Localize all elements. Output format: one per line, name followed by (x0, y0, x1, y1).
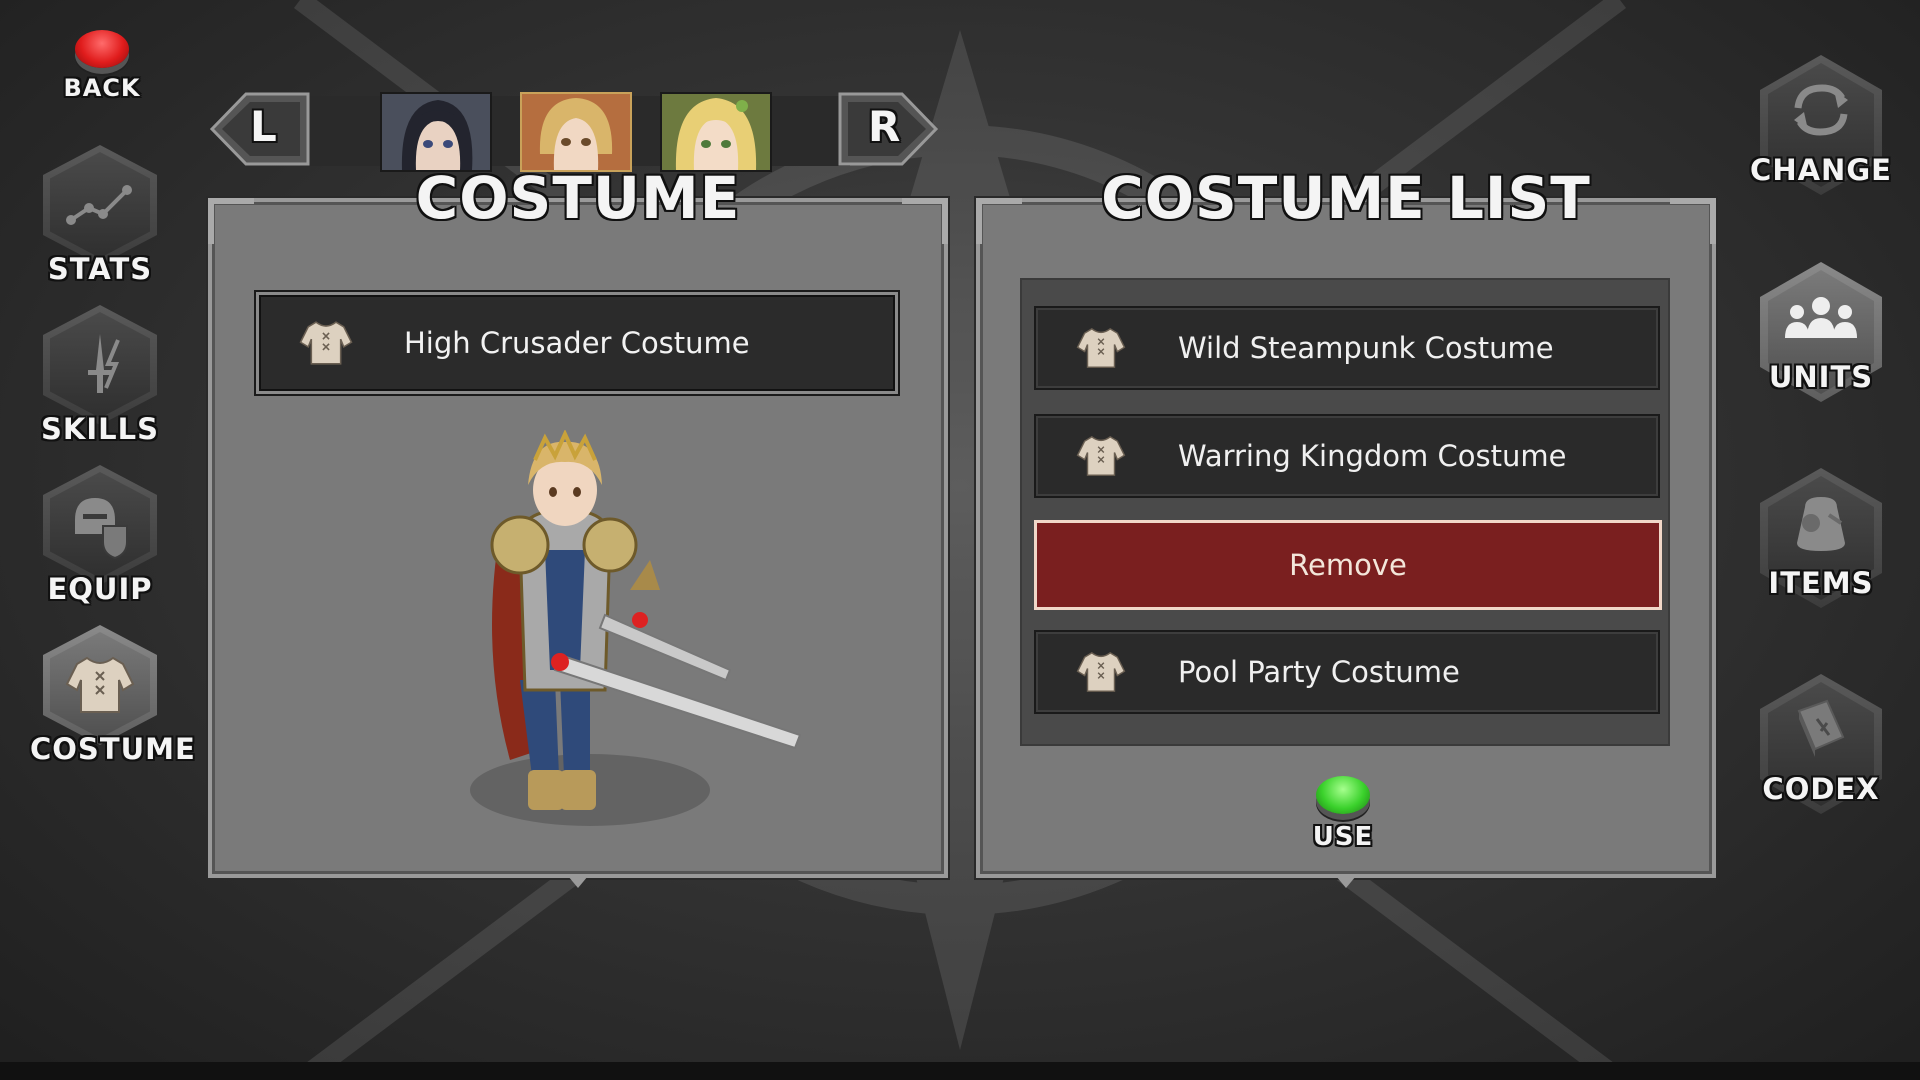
refresh-icon (1794, 84, 1848, 136)
shirt-icon (1076, 435, 1126, 476)
equipped-costume-name: High Crusader Costume (404, 326, 750, 360)
stats-button[interactable]: STATS (30, 145, 170, 286)
next-label: R (868, 102, 902, 151)
character-preview (470, 430, 802, 826)
stats-icon (66, 185, 132, 225)
character-selector: L R (210, 92, 940, 172)
bottom-bar (0, 1062, 1920, 1080)
stats-label: STATS (47, 252, 153, 286)
costume-list-item-label: Wild Steampunk Costume (1178, 331, 1554, 365)
next-character-button[interactable]: R (838, 92, 938, 166)
skills-button[interactable]: SKILLS (30, 305, 170, 446)
portrait-blonde-knight[interactable] (520, 92, 632, 172)
equip-hex (43, 465, 157, 585)
items-label: ITEMS (1768, 566, 1874, 600)
costume-hex (43, 625, 157, 745)
book-icon (1797, 699, 1845, 757)
back-label: BACK (63, 74, 141, 102)
costume-list-item[interactable]: Warring Kingdom Costume (1034, 414, 1660, 498)
costume-list-item-label: Warring Kingdom Costume (1178, 439, 1567, 473)
use-button[interactable]: USE (1303, 776, 1383, 852)
costume-list-item[interactable]: Wild Steampunk Costume (1034, 306, 1660, 390)
use-button-knob[interactable] (1316, 776, 1370, 814)
change-label: CHANGE (1750, 153, 1892, 187)
bag-icon (1797, 497, 1845, 551)
costume-list-title: COSTUME LIST (1101, 164, 1591, 232)
shirt-icon (1076, 327, 1126, 368)
equipped-costume-slot[interactable]: High Crusader Costume (256, 292, 898, 394)
remove-label: Remove (1289, 548, 1407, 582)
skills-label: SKILLS (41, 412, 159, 446)
remove-costume-button[interactable]: Remove (1034, 520, 1662, 610)
units-button[interactable]: UNITS (1746, 262, 1896, 412)
prev-label: L (250, 102, 278, 151)
skills-hex (43, 305, 157, 425)
portrait-blonde-elf[interactable] (660, 92, 772, 172)
codex-label: CODEX (1762, 772, 1880, 806)
group-icon (1785, 297, 1857, 338)
use-label: USE (1312, 822, 1374, 852)
units-label: UNITS (1768, 360, 1874, 394)
shirt-icon (65, 656, 135, 713)
portrait-dark-haired[interactable] (380, 92, 492, 172)
equip-button[interactable]: EQUIP (30, 465, 170, 606)
stats-hex (43, 145, 157, 265)
shirt-icon (299, 321, 353, 365)
costume-panel-title: COSTUME (415, 164, 741, 232)
sword-lightning-icon (88, 334, 120, 393)
costume-list-item-label: Pool Party Costume (1178, 655, 1460, 689)
codex-button[interactable]: CODEX (1746, 674, 1896, 824)
equip-label: EQUIP (47, 572, 153, 606)
back-button-knob[interactable] (75, 30, 129, 68)
costume-list: Wild Steampunk Costume Warring Kingdom C… (1020, 278, 1670, 746)
change-button[interactable]: CHANGE (1746, 55, 1896, 205)
costume-label: COSTUME (30, 732, 196, 766)
shirt-icon (1076, 651, 1126, 692)
items-button[interactable]: ITEMS (1746, 468, 1896, 618)
prev-character-button[interactable]: L (210, 92, 310, 166)
helmet-shield-icon (75, 498, 128, 560)
costume-list-item[interactable]: Pool Party Costume (1034, 630, 1660, 714)
costume-button[interactable]: COSTUME (30, 625, 195, 766)
back-button[interactable]: BACK (62, 30, 142, 102)
